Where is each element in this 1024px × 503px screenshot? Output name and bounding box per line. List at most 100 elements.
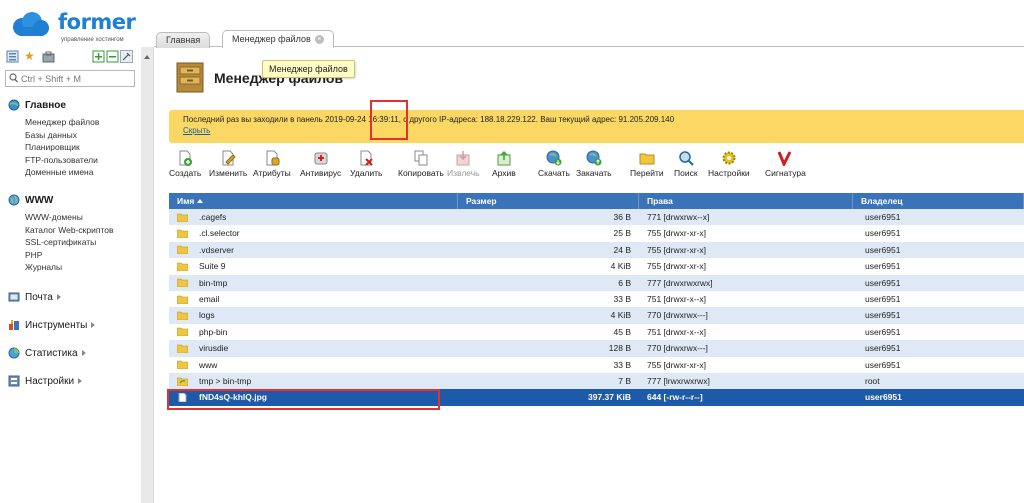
download-label: Скачать xyxy=(538,168,570,178)
cell-name: tmp > bin-tmp xyxy=(169,373,458,389)
table-row[interactable]: virusdie 128 B 770 [drwxrwx---] user6951 xyxy=(169,340,1024,357)
cell-owner: user6951 xyxy=(865,343,901,354)
search-button[interactable]: Поиск xyxy=(674,150,698,178)
upload-icon xyxy=(586,150,602,166)
copy-button[interactable]: Копировать xyxy=(398,150,444,178)
search-input[interactable] xyxy=(21,72,131,85)
archive-button[interactable]: Архив xyxy=(492,150,516,178)
cell-perms: 755 [drwxr-xr-x] xyxy=(647,244,707,255)
sidebar-item-web-scripts[interactable]: Каталог Web-скриптов xyxy=(25,224,114,237)
table-row[interactable]: tmp > bin-tmp 7 B 777 [lrwxrwxrwx] root xyxy=(169,372,1024,390)
delete-button[interactable]: Удалить xyxy=(350,150,382,178)
attributes-button[interactable]: Атрибуты xyxy=(253,150,291,178)
column-header-size[interactable]: Размер xyxy=(458,193,639,209)
goto-button[interactable]: Перейти xyxy=(630,150,664,178)
sidebar-item-scheduler[interactable]: Планировщик xyxy=(25,141,99,154)
cell-name: .vdserver xyxy=(169,242,458,258)
download-button[interactable]: Скачать xyxy=(538,150,570,178)
tab-home[interactable]: Главная xyxy=(156,32,211,48)
nav-section-stats[interactable]: Статистика xyxy=(8,346,86,360)
table-row[interactable]: bin-tmp 6 B 777 [drwxrwxrwx] user6951 xyxy=(169,274,1024,291)
chevron-right-icon xyxy=(81,350,86,356)
notice-text: Последний раз вы заходили в панель 2019-… xyxy=(183,115,675,124)
attributes-icon xyxy=(266,150,280,166)
column-header-name[interactable]: Имя xyxy=(169,193,458,209)
table-row[interactable]: www 33 B 755 [drwxr-xr-x] user6951 xyxy=(169,356,1024,373)
sidebar-item-file-manager[interactable]: Менеджер файлов xyxy=(25,116,99,129)
table-row[interactable]: .vdserver 24 B 755 [drwxr-xr-x] user6951 xyxy=(169,241,1024,259)
search-box[interactable] xyxy=(5,70,135,87)
table-row[interactable]: logs 4 KiB 770 [drwxrwx---] user6951 xyxy=(169,307,1024,324)
table-row[interactable]: php-bin 45 B 751 [drwxr-x--x] user6951 xyxy=(169,323,1024,341)
signature-label: Сигнатура xyxy=(765,168,806,178)
cell-size: 128 B xyxy=(608,343,631,354)
column-header-perms[interactable]: Права xyxy=(639,193,853,209)
cell-owner: root xyxy=(865,375,880,386)
table-row[interactable]: .cl.selector 25 B 755 [drwxr-xr-x] user6951 xyxy=(169,225,1024,242)
upload-button[interactable]: Закачать xyxy=(576,150,612,178)
nav-section-mail[interactable]: Почта xyxy=(8,290,61,304)
cell-owner: user6951 xyxy=(865,392,902,403)
file-name: .vdserver xyxy=(199,244,234,255)
column-name-label: Имя xyxy=(177,196,195,206)
folder-icon xyxy=(177,246,188,255)
tab-file-manager[interactable]: Менеджер файлов × xyxy=(222,30,334,48)
cell-size: 33 B xyxy=(613,293,632,304)
statistics-icon xyxy=(8,347,20,359)
star-icon[interactable]: ★ xyxy=(24,50,37,63)
sidebar-item-logs[interactable]: Журналы xyxy=(25,261,114,274)
nav-mail-label: Почта xyxy=(25,291,53,303)
cell-owner: user6951 xyxy=(865,326,901,337)
close-icon[interactable]: × xyxy=(314,35,324,45)
nav-www-header[interactable]: WWW xyxy=(8,193,114,207)
cell-name: virusdie xyxy=(169,340,458,356)
signature-button[interactable]: Сигнатура xyxy=(765,150,806,178)
nav-section-settings[interactable]: Настройки xyxy=(8,374,83,388)
column-header-owner[interactable]: Владелец xyxy=(853,193,1024,209)
sidebar-item-ftp-users[interactable]: FTP-пользователи xyxy=(25,154,99,167)
list-icon[interactable] xyxy=(6,50,19,63)
sidebar-item-php[interactable]: PHP xyxy=(25,249,114,262)
folder-icon xyxy=(177,295,188,304)
expand-all-icon[interactable] xyxy=(92,50,105,63)
cell-perms: 771 [drwxrwx--x] xyxy=(647,212,710,222)
tab-home-label: Главная xyxy=(166,35,201,45)
create-button[interactable]: Создать xyxy=(169,150,201,178)
nav-section-tools[interactable]: Инструменты xyxy=(8,318,96,332)
table-row[interactable]: .cagefs 36 B 771 [drwxrwx--x] user6951 xyxy=(169,209,1024,226)
sidebar-item-ssl[interactable]: SSL-сертификаты xyxy=(25,236,114,249)
settings-button[interactable]: Настройки xyxy=(708,150,750,178)
briefcase-icon[interactable] xyxy=(42,50,55,63)
cell-owner: user6951 xyxy=(865,261,901,272)
collapse-arrow-icon xyxy=(144,55,150,59)
nav-mail-header[interactable]: Почта xyxy=(8,290,61,304)
magnifier-icon xyxy=(679,151,694,166)
notice-hide-link[interactable]: Скрыть xyxy=(183,126,1010,135)
table-row[interactable]: email 33 B 751 [drwxr-x--x] user6951 xyxy=(169,290,1024,308)
logo-subtitle: управление хостингом xyxy=(61,37,124,43)
antivirus-icon xyxy=(314,152,328,165)
last-login-notice: Последний раз вы заходили в панель 2019-… xyxy=(169,110,1024,143)
cell-name: www xyxy=(169,357,458,373)
extract-button[interactable]: Извлечь xyxy=(447,150,480,178)
pin-icon[interactable] xyxy=(120,50,133,63)
sidebar-item-domain-names[interactable]: Доменные имена xyxy=(25,166,99,179)
cell-owner: user6951 xyxy=(865,310,901,321)
cell-perms: 755 [drwxr-xr-x] xyxy=(647,261,707,272)
nav-settings-header[interactable]: Настройки xyxy=(8,374,83,388)
extract-icon xyxy=(456,151,470,166)
sidebar-item-www-domains[interactable]: WWW-домены xyxy=(25,211,114,224)
nav-tools-header[interactable]: Инструменты xyxy=(8,318,96,332)
edit-button[interactable]: Изменить xyxy=(209,150,247,178)
folder-icon xyxy=(177,229,188,239)
table-row[interactable]: Suite 9 4 KiB 755 [drwxr-xr-x] user6951 xyxy=(169,258,1024,275)
copy-label: Копировать xyxy=(398,168,444,178)
nav-main-header[interactable]: Главное xyxy=(8,98,99,112)
sidebar-collapse-bar[interactable] xyxy=(141,47,154,503)
sidebar-item-databases[interactable]: Базы данных xyxy=(25,129,99,142)
antivirus-button[interactable]: Антивирус xyxy=(300,150,341,178)
logo[interactable]: former управление хостингом xyxy=(6,6,136,44)
cell-size: 33 B xyxy=(613,359,632,370)
collapse-all-icon[interactable] xyxy=(106,50,119,63)
nav-stats-header[interactable]: Статистика xyxy=(8,346,86,360)
